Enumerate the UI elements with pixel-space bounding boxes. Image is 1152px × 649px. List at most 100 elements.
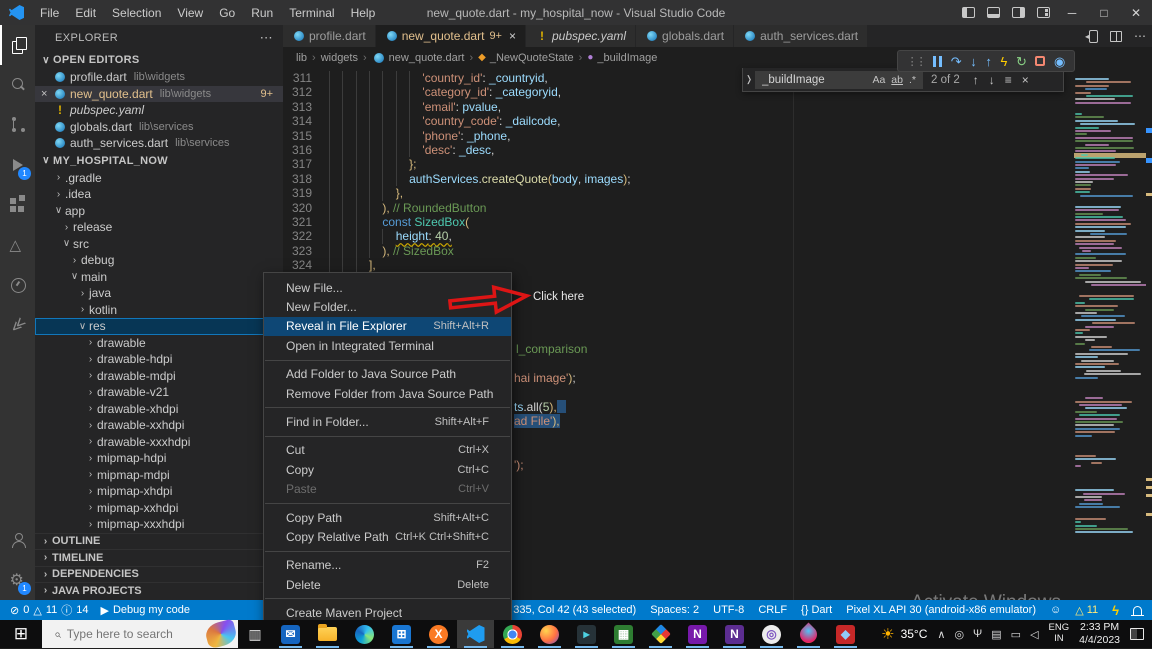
step-into-icon[interactable]: ↓ xyxy=(970,55,977,68)
tree-item-mipmap-hdpi[interactable]: › mipmap-hdpi xyxy=(35,450,283,467)
next-match-icon[interactable]: ↓ xyxy=(984,73,1000,87)
tab-new_quote-dart[interactable]: new_quote.dart 9+ × xyxy=(375,25,526,47)
breadcrumb-item[interactable]: _NewQuoteState xyxy=(490,52,574,64)
display-icon[interactable]: ▭ xyxy=(1011,628,1021,641)
taskbar-app-xampp[interactable]: X xyxy=(420,620,457,648)
project-root-header[interactable]: ∨ MY_HOSPITAL_NOW xyxy=(35,152,283,170)
activity-flutter[interactable] xyxy=(0,305,35,345)
microphone-icon[interactable]: Ψ xyxy=(973,628,982,640)
taskbar-app-chrome[interactable] xyxy=(494,620,531,648)
activity-settings[interactable]: 1 xyxy=(0,560,35,600)
start-button[interactable]: ⊞ xyxy=(0,620,42,648)
menu-item-find-in-folder[interactable]: Find in Folder... Shift+Alt+F xyxy=(264,412,511,431)
activity-testing[interactable] xyxy=(0,225,35,265)
menu-item-rename[interactable]: Rename... F2 xyxy=(264,556,511,575)
tree-item-.idea[interactable]: › .idea xyxy=(35,186,283,203)
menu-go[interactable]: Go xyxy=(211,0,243,25)
menu-item-open-in-integrated-terminal[interactable]: Open in Integrated Terminal xyxy=(264,336,511,355)
menu-item-new-file[interactable]: New File... xyxy=(264,278,511,297)
tree-item-mipmap-xxxhdpi[interactable]: › mipmap-xxxhdpi xyxy=(35,516,283,533)
menu-item-remove-folder-from-java-source-path[interactable]: Remove Folder from Java Source Path xyxy=(264,384,511,403)
previous-match-icon[interactable]: ↑ xyxy=(968,73,984,87)
find-input[interactable]: _buildImage Aa ab .* xyxy=(755,70,923,89)
stop-icon[interactable] xyxy=(1035,56,1046,66)
taskbar-app-mail[interactable]: ✉ xyxy=(272,620,309,648)
tree-item-kotlin[interactable]: › kotlin xyxy=(35,302,283,319)
clock[interactable]: 2:33 PM 4/4/2023 xyxy=(1079,621,1120,647)
tree-item-main[interactable]: ∨ main xyxy=(35,269,283,286)
open-editor-item[interactable]: auth_services.dart lib\services xyxy=(35,135,283,152)
tree-item-.gradle[interactable]: › .gradle xyxy=(35,170,283,187)
tree-item-src[interactable]: ∨ src xyxy=(35,236,283,253)
pause-icon[interactable] xyxy=(933,55,943,67)
status-item[interactable]: Ln 335, Col 42 (43 selected) xyxy=(498,604,636,616)
tree-item-res[interactable]: ∨ res xyxy=(35,318,283,335)
toggle-sidebar-icon[interactable] xyxy=(962,7,975,18)
customize-layout-icon[interactable] xyxy=(1037,7,1050,18)
tree-item-release[interactable]: › release xyxy=(35,219,283,236)
tab-globals-dart[interactable]: globals.dart xyxy=(636,25,735,47)
hot-reload-icon[interactable]: ϟ xyxy=(1000,55,1007,68)
taskbar-app-emulator-tool[interactable]: ▸ xyxy=(568,620,605,648)
breadcrumb-item[interactable]: lib xyxy=(296,52,307,64)
speaker-icon[interactable]: ◁ xyxy=(1030,628,1038,641)
activity-run-timeline[interactable] xyxy=(0,265,35,305)
section-dependencies[interactable]: › DEPENDENCIES xyxy=(35,565,283,583)
keyboard-icon[interactable]: ▤ xyxy=(991,628,1001,641)
minimap[interactable] xyxy=(1074,68,1146,600)
open-editor-item[interactable]: ! pubspec.yaml xyxy=(35,102,283,119)
activity-extensions[interactable] xyxy=(0,185,35,225)
taskbar-app-onenote-alt[interactable]: N xyxy=(716,620,753,648)
step-over-icon[interactable]: ↷ xyxy=(951,55,962,68)
tab-pubspec-yaml[interactable]: ! pubspec.yaml xyxy=(526,25,637,47)
breadcrumb-item[interactable]: new_quote.dart xyxy=(389,52,465,64)
taskbar-app-snip-tool[interactable]: ◆ xyxy=(827,620,864,648)
close-tab-icon[interactable]: × xyxy=(509,29,516,43)
menu-item-new-folder[interactable]: New Folder... xyxy=(264,297,511,316)
tree-item-drawable[interactable]: › drawable xyxy=(35,335,283,352)
taskbar-app-microsoft-store[interactable]: ⊞ xyxy=(383,620,420,648)
tree-item-drawable-xxxhdpi[interactable]: › drawable-xxxhdpi xyxy=(35,434,283,451)
tree-item-debug[interactable]: › debug xyxy=(35,252,283,269)
menu-run[interactable]: Run xyxy=(243,0,281,25)
more-actions-icon[interactable]: ⋯ xyxy=(1134,29,1146,43)
toggle-replace-icon[interactable]: ❭ xyxy=(743,74,755,85)
menu-item-copy-path[interactable]: Copy Path Shift+Alt+C xyxy=(264,508,511,527)
tree-item-drawable-v21[interactable]: › drawable-v21 xyxy=(35,384,283,401)
tree-item-mipmap-mdpi[interactable]: › mipmap-mdpi xyxy=(35,467,283,484)
menu-file[interactable]: File xyxy=(32,0,67,25)
tree-item-drawable-mdpi[interactable]: › drawable-mdpi xyxy=(35,368,283,385)
menu-item-reveal-in-file-explorer[interactable]: Reveal in File Explorer Shift+Alt+R xyxy=(264,316,511,337)
tab-profile-dart[interactable]: profile.dart xyxy=(283,25,376,47)
activity-source-control[interactable] xyxy=(0,105,35,145)
tree-item-app[interactable]: ∨ app xyxy=(35,203,283,220)
task-view-icon[interactable]: ▥ xyxy=(238,626,272,643)
close-editor-icon[interactable]: × xyxy=(41,88,53,100)
analysis-warnings[interactable]: △ 11 xyxy=(1075,604,1098,617)
match-case-icon[interactable]: Aa xyxy=(869,74,888,86)
action-center-icon[interactable] xyxy=(1130,628,1144,640)
close-button[interactable]: ✕ xyxy=(1120,0,1152,25)
split-editor-icon[interactable] xyxy=(1110,30,1122,42)
status-item[interactable]: CRLF xyxy=(758,604,787,616)
taskbar-app-photos-tool[interactable]: ▦ xyxy=(605,620,642,648)
menu-terminal[interactable]: Terminal xyxy=(281,0,342,25)
activity-search[interactable] xyxy=(0,65,35,105)
section-outline[interactable]: › OUTLINE xyxy=(35,532,283,550)
find-query[interactable]: _buildImage xyxy=(762,74,869,86)
hidden-icons-icon[interactable]: ∧ xyxy=(937,628,945,641)
feedback-icon[interactable]: ☺ xyxy=(1050,604,1061,616)
tree-item-drawable-xhdpi[interactable]: › drawable-xhdpi xyxy=(35,401,283,418)
inspect-icon[interactable]: ◉ xyxy=(1054,55,1065,68)
tree-item-drawable-hdpi[interactable]: › drawable-hdpi xyxy=(35,351,283,368)
status-item[interactable]: Spaces: 2 xyxy=(650,604,699,616)
tree-item-java[interactable]: › java xyxy=(35,285,283,302)
taskbar-app-paint-tool[interactable] xyxy=(790,620,827,648)
toggle-secondary-sidebar-icon[interactable] xyxy=(1012,7,1025,18)
breadcrumb-item[interactable]: widgets xyxy=(321,52,358,64)
menu-item-delete[interactable]: Delete Delete xyxy=(264,575,511,594)
problems-indicator[interactable]: ⊘ 0 △ 11 ⓘ 14 xyxy=(10,602,88,618)
taskbar-app-onenote[interactable]: N xyxy=(679,620,716,648)
restart-icon[interactable]: ↻ xyxy=(1016,55,1027,68)
menu-help[interactable]: Help xyxy=(343,0,384,25)
